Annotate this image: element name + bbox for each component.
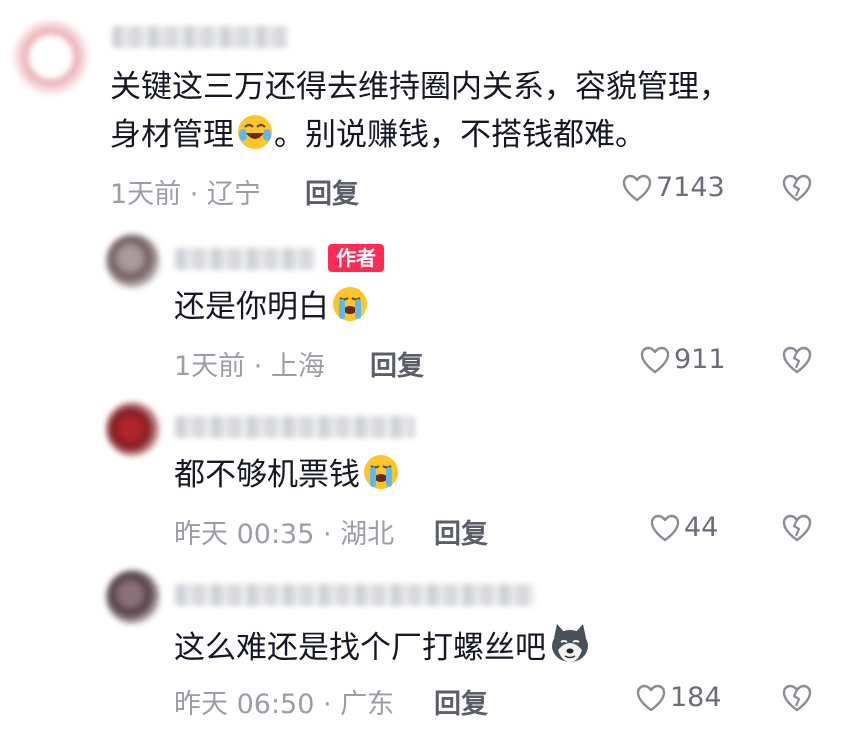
like-button[interactable]: 44	[650, 512, 718, 543]
comment-text-part: 身材管理	[110, 117, 234, 153]
username-blurred[interactable]	[175, 248, 315, 270]
comment-text: 还是你明白	[174, 284, 369, 336]
dislike-button[interactable]	[782, 684, 812, 716]
comment-2: 作者 还是你明白 1天前 · 上海 回复 911	[0, 220, 847, 390]
broken-heart-icon	[782, 514, 812, 542]
like-count: 7143	[656, 172, 725, 203]
comment-text-part: 这么难还是找个厂打螺丝吧	[174, 630, 546, 666]
comment-meta: 1天前 · 上海	[174, 351, 325, 382]
broken-heart-icon	[782, 174, 812, 202]
dislike-button[interactable]	[782, 514, 812, 546]
like-button[interactable]: 911	[640, 344, 726, 375]
reply-button[interactable]: 回复	[434, 512, 488, 551]
reply-button[interactable]: 回复	[305, 172, 359, 211]
like-button[interactable]: 184	[636, 682, 722, 713]
comment-text-part: 。别说赚钱，不搭钱都难。	[274, 117, 646, 153]
reply-button[interactable]: 回复	[370, 344, 424, 383]
comment-text-line-1: 关键这三万还得去维持圈内关系，容貌管理，	[110, 69, 730, 105]
reply-button[interactable]: 回复	[434, 682, 488, 721]
broken-heart-icon	[782, 684, 812, 712]
comment-text: 这么难还是找个厂打螺丝吧	[174, 622, 592, 677]
broken-heart-icon	[782, 346, 812, 374]
username-blurred[interactable]	[112, 26, 288, 48]
heart-outline-icon	[640, 346, 670, 373]
husky-dog-sticker	[548, 622, 592, 677]
like-count: 44	[684, 512, 719, 543]
username-blurred[interactable]	[175, 416, 415, 438]
comment-4: 这么难还是找个厂打螺丝吧 昨天 06:50 · 广东 回复 184	[0, 560, 847, 753]
dislike-button[interactable]	[782, 174, 812, 206]
comment-meta: 昨天 06:50 · 广东	[174, 689, 395, 720]
avatar[interactable]	[106, 402, 160, 456]
comment-3: 都不够机票钱 昨天 00:35 · 湖北 回复 44	[0, 390, 847, 560]
comment-text-part: 都不够机票钱	[174, 457, 360, 493]
dislike-button[interactable]	[782, 346, 812, 378]
comment-meta: 昨天 00:35 · 湖北	[174, 519, 395, 550]
comment-text-line-2: 身材管理 。别说赚钱，不搭钱都难。	[110, 112, 646, 164]
heart-outline-icon	[650, 514, 680, 541]
like-button[interactable]: 7143	[622, 172, 725, 203]
like-count: 184	[670, 682, 722, 713]
avatar[interactable]	[106, 234, 160, 288]
comment-text: 都不够机票钱	[174, 452, 400, 504]
comment-text-part: 还是你明白	[174, 289, 329, 325]
username-blurred[interactable]	[175, 584, 535, 606]
loudly-crying-emoji	[331, 285, 369, 336]
avatar[interactable]	[106, 570, 160, 624]
comment-meta: 1天前 · 辽宁	[110, 179, 261, 210]
heart-outline-icon	[636, 684, 666, 711]
comment-1: 关键这三万还得去维持圈内关系，容貌管理， 身材管理 。别说赚钱，不搭钱都难。 1…	[0, 0, 847, 220]
heart-outline-icon	[622, 174, 652, 201]
avatar[interactable]	[14, 20, 88, 94]
like-count: 911	[674, 344, 726, 375]
loudly-crying-emoji	[362, 453, 400, 504]
author-badge: 作者	[328, 244, 384, 272]
rofl-emoji	[236, 113, 274, 164]
